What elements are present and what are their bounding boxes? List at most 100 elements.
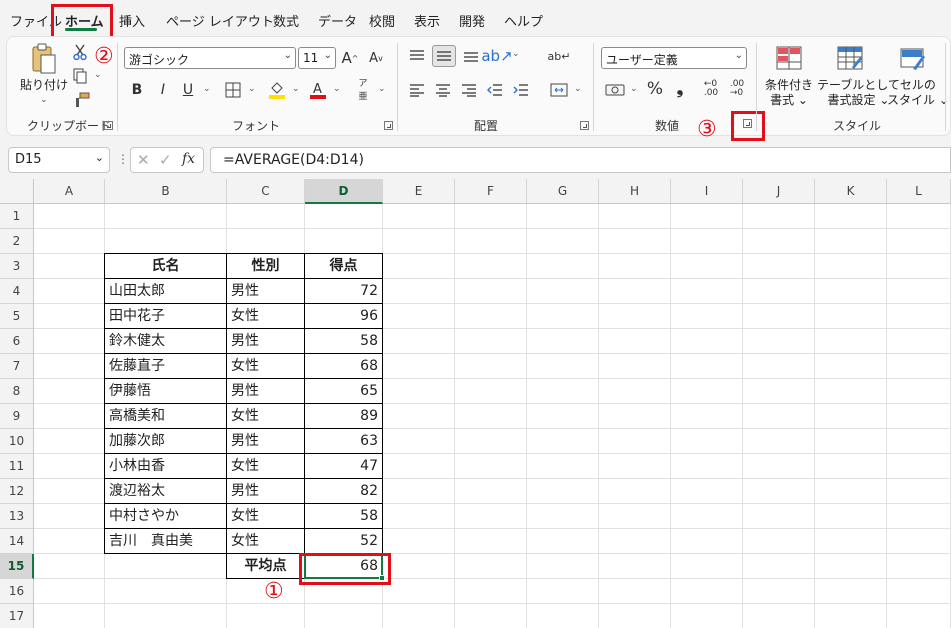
- row-header-7[interactable]: 7: [0, 354, 34, 379]
- fill-handle[interactable]: [379, 575, 385, 581]
- alignment-launcher-icon[interactable]: [580, 121, 589, 130]
- phonetic-guide-icon[interactable]: ア亜: [354, 78, 372, 102]
- column-header-i[interactable]: I: [671, 179, 743, 204]
- gender-cell[interactable]: 女性: [227, 529, 304, 554]
- tab-help[interactable]: ヘルプ: [504, 11, 543, 30]
- row-header-4[interactable]: 4: [0, 279, 34, 304]
- decrease-indent-icon[interactable]: [484, 80, 506, 100]
- name-cell[interactable]: 山田太郎: [105, 279, 226, 304]
- gender-cell[interactable]: 男性: [227, 279, 304, 304]
- increase-font-size-icon[interactable]: A ^: [340, 47, 360, 69]
- score-cell[interactable]: 58: [305, 504, 382, 529]
- cell-styles-icon[interactable]: [897, 43, 929, 73]
- decrease-decimal-icon[interactable]: .00 →0: [726, 78, 748, 100]
- column-header-k[interactable]: K: [815, 179, 887, 204]
- column-header-l[interactable]: L: [887, 179, 951, 204]
- name-cell[interactable]: 高橋美和: [105, 404, 226, 429]
- select-all-corner[interactable]: [0, 179, 34, 204]
- merge-center-icon[interactable]: [548, 80, 570, 100]
- row-header-2[interactable]: 2: [0, 229, 34, 254]
- tab-review[interactable]: 校閲: [369, 11, 395, 30]
- italic-button[interactable]: I: [154, 80, 172, 100]
- average-label-cell[interactable]: 平均点: [227, 554, 304, 579]
- enter-icon[interactable]: ✓: [159, 151, 172, 169]
- name-cell[interactable]: 小林由香: [105, 454, 226, 479]
- number-format-select[interactable]: ユーザー定義 ⌄: [601, 47, 747, 69]
- fill-color-icon[interactable]: [266, 78, 288, 102]
- score-cell[interactable]: 65: [305, 379, 382, 404]
- decrease-font-size-icon[interactable]: Av: [366, 47, 386, 69]
- score-cell[interactable]: 47: [305, 454, 382, 479]
- align-bottom-icon[interactable]: [460, 45, 482, 67]
- name-cell[interactable]: 吉川 真由美: [105, 529, 226, 554]
- name-cell[interactable]: 渡辺裕太: [105, 479, 226, 504]
- score-cell[interactable]: 68: [305, 354, 382, 379]
- font-color-icon[interactable]: A: [307, 78, 329, 102]
- insert-function-icon[interactable]: fx: [182, 151, 195, 167]
- column-header-j[interactable]: J: [743, 179, 815, 204]
- align-right-icon[interactable]: [458, 80, 480, 100]
- font-size-select[interactable]: 11 ⌄: [298, 47, 336, 69]
- font-launcher-icon[interactable]: [384, 121, 393, 130]
- score-cell[interactable]: 58: [305, 329, 382, 354]
- row-header-5[interactable]: 5: [0, 304, 34, 329]
- tab-data[interactable]: データ: [318, 11, 357, 30]
- row-header-8[interactable]: 8: [0, 379, 34, 404]
- score-cell[interactable]: 89: [305, 404, 382, 429]
- paste-label[interactable]: 貼り付け: [20, 78, 68, 93]
- underline-dropdown-icon[interactable]: ⌄: [203, 84, 211, 94]
- tab-developer[interactable]: 開発: [459, 11, 485, 30]
- name-cell[interactable]: 田中花子: [105, 304, 226, 329]
- score-cell[interactable]: 63: [305, 429, 382, 454]
- paste-dropdown-icon[interactable]: ⌄: [40, 95, 48, 105]
- phonetic-dropdown-icon[interactable]: ⌄: [378, 84, 386, 94]
- fill-color-dropdown-icon[interactable]: ⌄: [292, 84, 300, 94]
- gender-cell[interactable]: 男性: [227, 379, 304, 404]
- name-cell[interactable]: 鈴木健太: [105, 329, 226, 354]
- accounting-format-icon[interactable]: [603, 80, 627, 100]
- column-header-d[interactable]: D: [305, 179, 383, 204]
- comma-style-button[interactable]: ❟: [672, 78, 688, 100]
- row-header-16[interactable]: 16: [0, 579, 34, 604]
- row-header-1[interactable]: 1: [0, 204, 34, 229]
- more-options-icon[interactable]: ⋮: [117, 152, 129, 166]
- gender-cell[interactable]: 女性: [227, 404, 304, 429]
- percent-style-button[interactable]: %: [645, 78, 665, 100]
- row-header-9[interactable]: 9: [0, 404, 34, 429]
- font-name-select[interactable]: 游ゴシック ⌄: [124, 47, 296, 69]
- tab-page-layout[interactable]: ページ レイアウト: [166, 11, 274, 30]
- format-as-table-icon[interactable]: [834, 43, 866, 73]
- column-header-e[interactable]: E: [383, 179, 455, 204]
- cancel-icon[interactable]: ✕: [137, 151, 150, 169]
- row-header-13[interactable]: 13: [0, 504, 34, 529]
- align-top-icon[interactable]: [406, 45, 428, 67]
- copy-dropdown-icon[interactable]: ⌄: [94, 70, 102, 80]
- row-header-10[interactable]: 10: [0, 429, 34, 454]
- row-header-3[interactable]: 3: [0, 254, 34, 279]
- underline-button[interactable]: U: [179, 80, 197, 100]
- row-header-17[interactable]: 17: [0, 604, 34, 628]
- column-header-a[interactable]: A: [34, 179, 105, 204]
- row-header-12[interactable]: 12: [0, 479, 34, 504]
- score-cell[interactable]: 52: [305, 529, 382, 554]
- number-format-launcher-icon[interactable]: [743, 119, 752, 128]
- gender-cell[interactable]: 女性: [227, 454, 304, 479]
- gender-cell[interactable]: 男性: [227, 429, 304, 454]
- column-header-h[interactable]: H: [599, 179, 671, 204]
- tab-view[interactable]: 表示: [414, 11, 440, 30]
- column-header-g[interactable]: G: [527, 179, 599, 204]
- gender-cell[interactable]: 女性: [227, 504, 304, 529]
- name-cell[interactable]: 中村さやか: [105, 504, 226, 529]
- conditional-formatting-icon[interactable]: [773, 43, 805, 73]
- wrap-text-icon[interactable]: ab↵: [548, 45, 571, 67]
- paste-icon[interactable]: [26, 42, 62, 76]
- font-color-dropdown-icon[interactable]: ⌄: [333, 84, 341, 94]
- gender-cell[interactable]: 女性: [227, 304, 304, 329]
- gender-cell[interactable]: 女性: [227, 354, 304, 379]
- format-painter-icon[interactable]: [72, 90, 92, 110]
- accounting-dropdown-icon[interactable]: ⌄: [630, 84, 638, 94]
- row-header-15[interactable]: 15: [0, 554, 34, 579]
- formula-input[interactable]: =AVERAGE(D4:D14): [210, 147, 951, 173]
- column-header-b[interactable]: B: [105, 179, 227, 204]
- increase-decimal-icon[interactable]: ←0.00: [700, 78, 722, 100]
